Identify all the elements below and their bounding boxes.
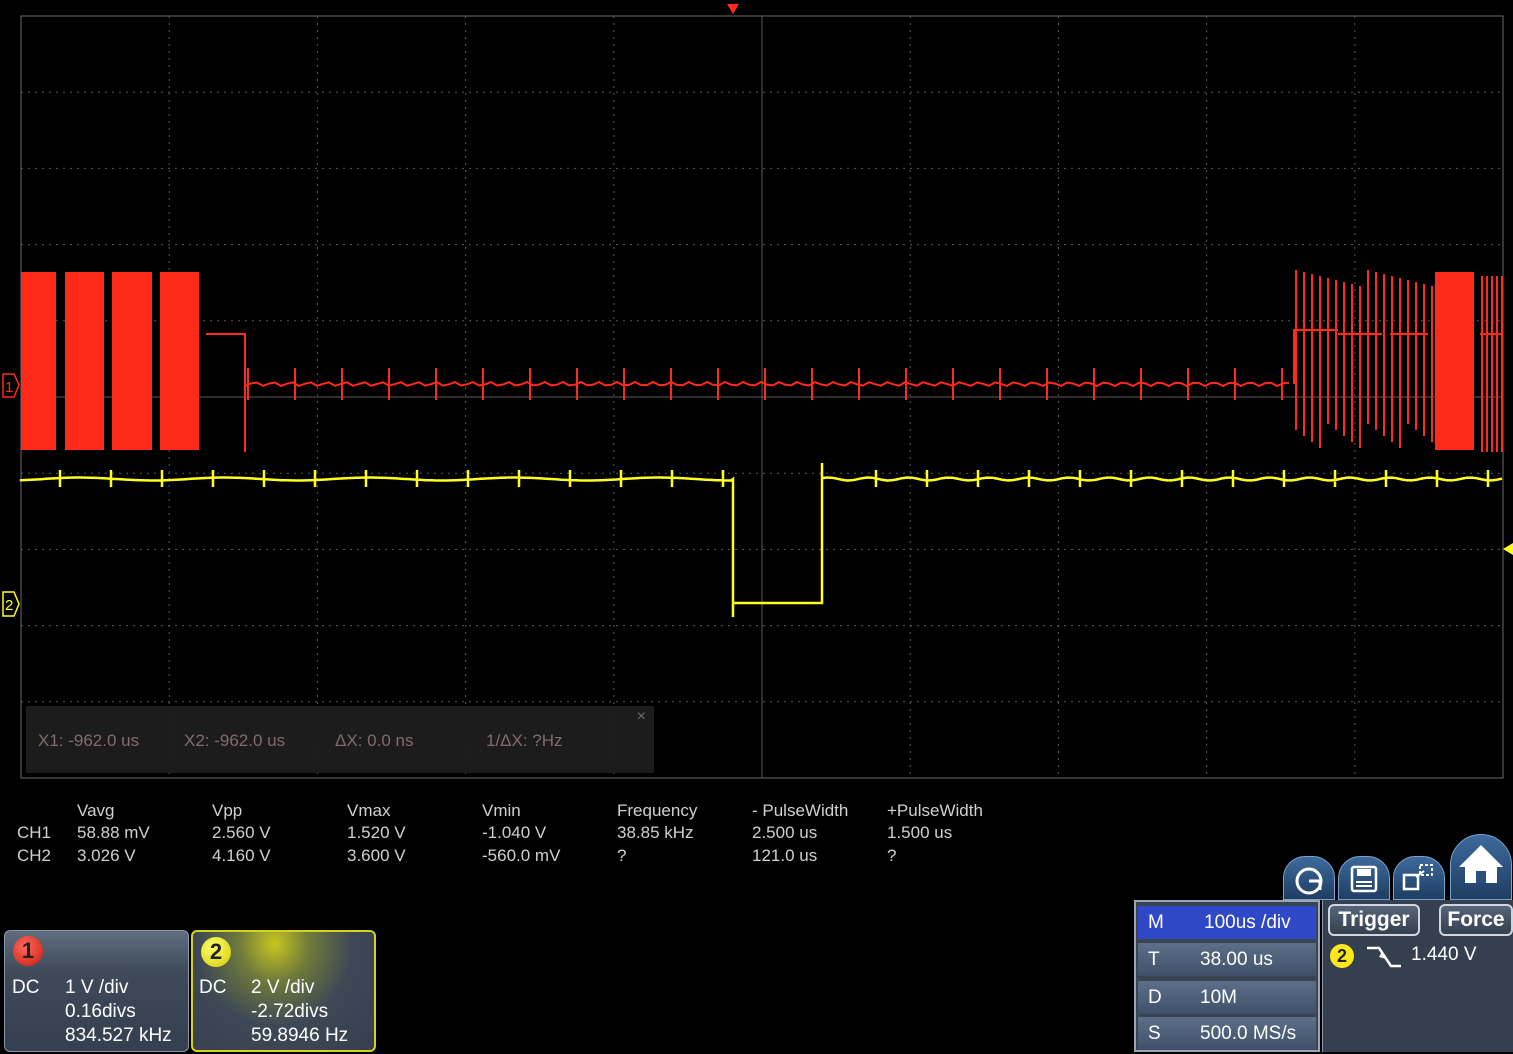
meas-header: Vavg [77, 801, 115, 820]
ch2-badge: 2 [201, 937, 231, 967]
timebase-t-value: 38.00 us [1200, 949, 1273, 970]
ch1-burst-block [160, 272, 199, 450]
ch1-burst-block [112, 272, 152, 450]
trigger-panel[interactable]: Trigger Force 2 1.440 V [1322, 900, 1513, 1052]
meas-header: Vpp [212, 801, 243, 820]
trigger-level-marker[interactable] [1503, 543, 1513, 555]
ch1-coupling: DC [12, 977, 40, 998]
screen-capture-icon [1402, 864, 1433, 891]
meas-row-label: CH2 [17, 846, 52, 865]
screen-capture-button[interactable] [1393, 856, 1445, 900]
timebase-m-row[interactable]: M 100us /div [1138, 906, 1316, 939]
meas-value: 4.160 V [212, 846, 271, 865]
measurement-row-ch1: CH1 58.88 mV 2.560 V 1.520 V -1.040 V 38… [0, 823, 1100, 845]
timebase-d-value: 10M [1200, 987, 1237, 1008]
meas-value: -560.0 mV [482, 846, 561, 865]
timebase-t-row[interactable]: T 38.00 us [1138, 943, 1316, 976]
timebase-s-label: S [1148, 1023, 1161, 1044]
measurement-row-ch2: CH2 3.026 V 4.160 V 3.600 V -560.0 mV ? … [0, 846, 1100, 868]
meas-value: 1.500 us [887, 823, 953, 842]
ch1-burst-block [65, 272, 104, 450]
save-icon [1350, 865, 1378, 893]
timebase-m-label: M [1148, 912, 1164, 933]
meas-header: +PulseWidth [887, 801, 983, 820]
meas-header: - PulseWidth [752, 801, 849, 820]
meas-value: 38.85 kHz [617, 823, 694, 842]
ch2-settings-panel[interactable]: 2 DC 2 V /div -2.72divs 59.8946 Hz [191, 930, 376, 1052]
meas-value: 1.520 V [347, 823, 406, 842]
ch1-burst-block [21, 272, 56, 450]
meas-value: 2.560 V [212, 823, 271, 842]
force-trigger-button[interactable]: Force [1439, 904, 1513, 936]
timebase-d-label: D [1148, 987, 1162, 1008]
cursor-x1: X1: -962.0 us [38, 731, 140, 750]
ch1-burst-block [1435, 272, 1474, 450]
cursor-readout-panel: X1: -962.0 us X2: -962.0 us ΔX: 0.0 ns 1… [26, 706, 654, 773]
timebase-t-label: T [1148, 949, 1160, 970]
save-button[interactable] [1338, 856, 1390, 900]
timebase-d-row[interactable]: D 10M [1138, 981, 1316, 1014]
meas-row-label: CH1 [17, 823, 52, 842]
trigger-button[interactable]: Trigger [1328, 904, 1420, 936]
ch2-scale: 2 V /div [251, 977, 315, 998]
meas-value: ? [887, 846, 897, 865]
meas-value: -1.040 V [482, 823, 547, 842]
autoset-icon [1295, 867, 1323, 895]
measurement-header-row: Vavg Vpp Vmax Vmin Frequency - PulseWidt… [0, 801, 1100, 823]
timebase-s-row[interactable]: S 500.0 MS/s [1138, 1017, 1316, 1050]
ch1-burst-blocks [21, 272, 1474, 450]
falling-edge-icon [1367, 946, 1401, 968]
ch1-scale: 1 V /div [65, 977, 129, 998]
meas-header: Vmin [482, 801, 521, 820]
timebase-s-value: 500.0 MS/s [1200, 1023, 1297, 1044]
meas-header: Frequency [617, 801, 698, 820]
meas-header: Vmax [347, 801, 391, 820]
ch1-settings-panel[interactable]: 1 DC 1 V /div 0.16divs 834.527 kHz [4, 930, 189, 1052]
cursor-inverse-delta-x: 1/ΔX: ?Hz [486, 731, 563, 750]
ch1-waveform [206, 270, 1503, 452]
meas-value: 3.026 V [77, 846, 136, 865]
meas-value: 58.88 mV [77, 823, 150, 842]
timebase-panel[interactable]: M 100us /div T 38.00 us D 10M S 500.0 MS… [1134, 900, 1320, 1052]
home-icon [1459, 845, 1503, 883]
trigger-level: 1.440 V [1411, 944, 1477, 965]
ch2-marker-label: 2 [5, 597, 13, 614]
close-icon[interactable]: × [637, 708, 646, 726]
meas-value: 121.0 us [752, 846, 818, 865]
cursor-delta-x: ΔX: 0.0 ns [335, 731, 414, 750]
graticule-grid [21, 16, 1503, 778]
ch2-frequency: 59.8946 Hz [251, 1025, 349, 1046]
ch1-offset: 0.16divs [65, 1001, 136, 1022]
meas-value: 2.500 us [752, 823, 818, 842]
ch2-offset: -2.72divs [251, 1001, 329, 1022]
meas-value: ? [617, 846, 627, 865]
trigger-source-badge: 2 [1330, 944, 1354, 968]
ch1-ground-marker[interactable]: 1 [2, 373, 20, 398]
ch1-marker-label: 1 [5, 379, 13, 396]
trigger-position-marker[interactable] [727, 4, 739, 14]
timebase-m-value: 100us /div [1204, 912, 1291, 933]
home-button[interactable] [1450, 834, 1512, 900]
autoset-button[interactable] [1283, 856, 1335, 900]
cursor-x2: X2: -962.0 us [184, 731, 286, 750]
meas-value: 3.600 V [347, 846, 406, 865]
ch2-coupling: DC [199, 977, 227, 998]
waveform-display[interactable]: 1 2 [0, 0, 1513, 790]
ch1-badge: 1 [13, 936, 43, 966]
ch1-frequency: 834.527 kHz [65, 1025, 172, 1046]
ch2-ground-marker[interactable]: 2 [2, 591, 20, 617]
